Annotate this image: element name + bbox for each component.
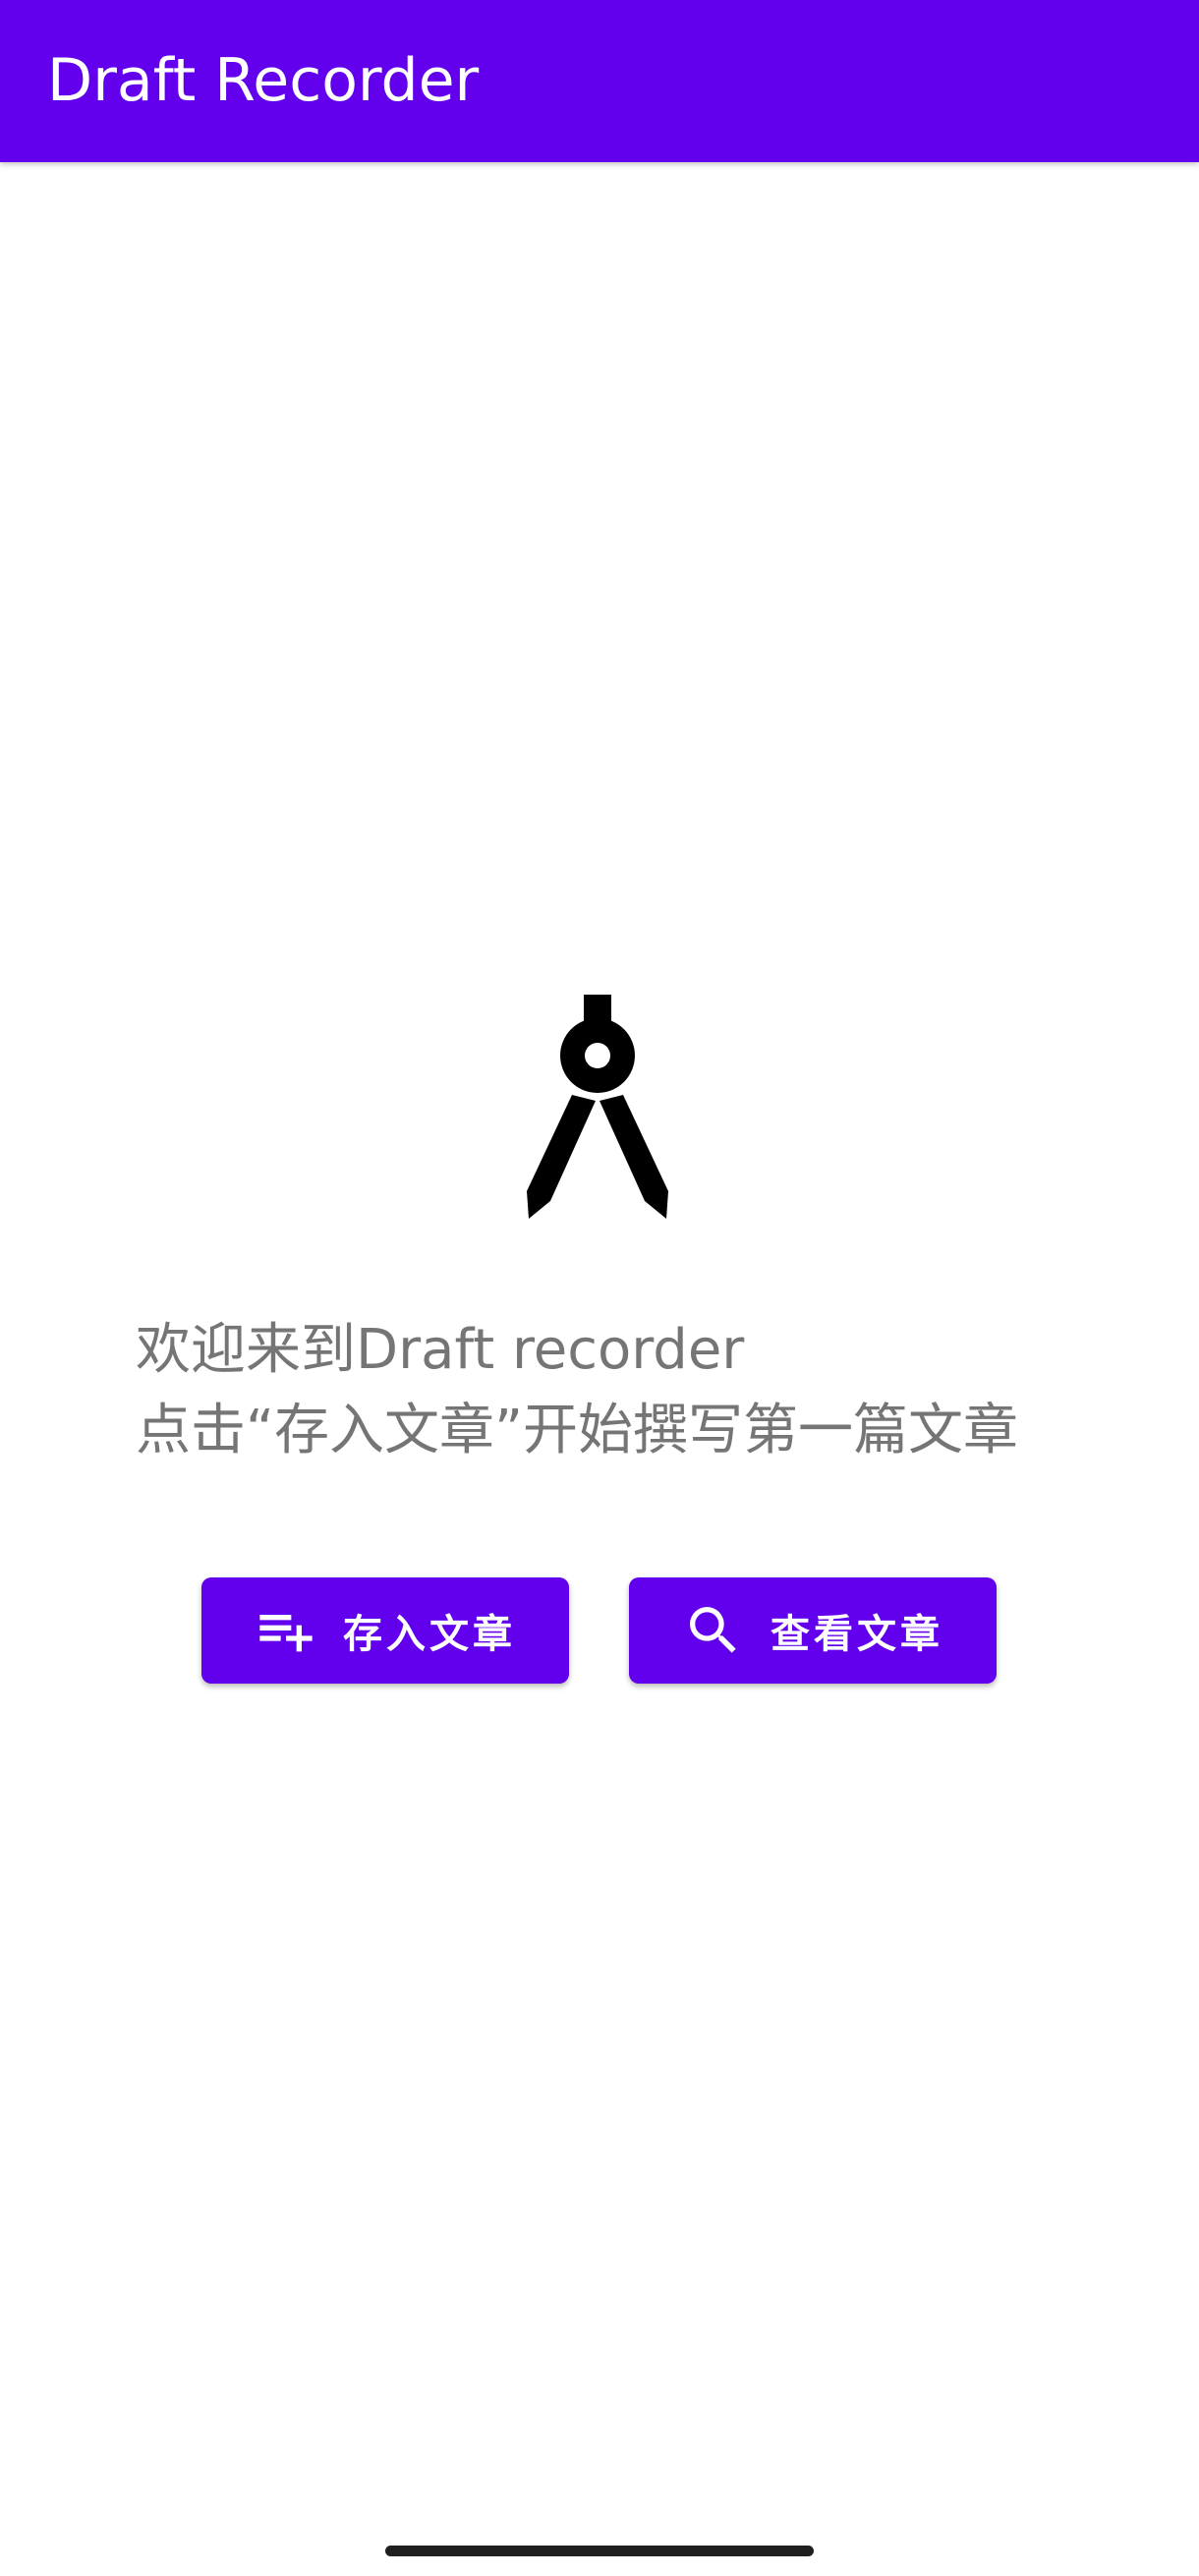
drafting-compass-icon (527, 995, 668, 1219)
app-title: Draft Recorder (47, 46, 480, 115)
welcome-line-1: 欢迎来到Draft recorder (136, 1318, 745, 1382)
playlist-add-icon (259, 1615, 313, 1652)
view-articles-label: 查看文章 (771, 1612, 943, 1657)
home-indicator[interactable] (385, 2546, 814, 2556)
app-bar: Draft Recorder (0, 0, 1199, 162)
welcome-message: 欢迎来到Draft recorder 点击“存入文章”开始撰写第一篇文章 (136, 1310, 1118, 1471)
welcome-line-2: 点击“存入文章”开始撰写第一篇文章 (136, 1399, 1019, 1462)
save-article-label: 存入文章 (343, 1612, 516, 1657)
save-article-button[interactable]: 存入文章 (201, 1577, 569, 1684)
search-icon (690, 1607, 736, 1653)
view-articles-button[interactable]: 查看文章 (629, 1577, 997, 1684)
